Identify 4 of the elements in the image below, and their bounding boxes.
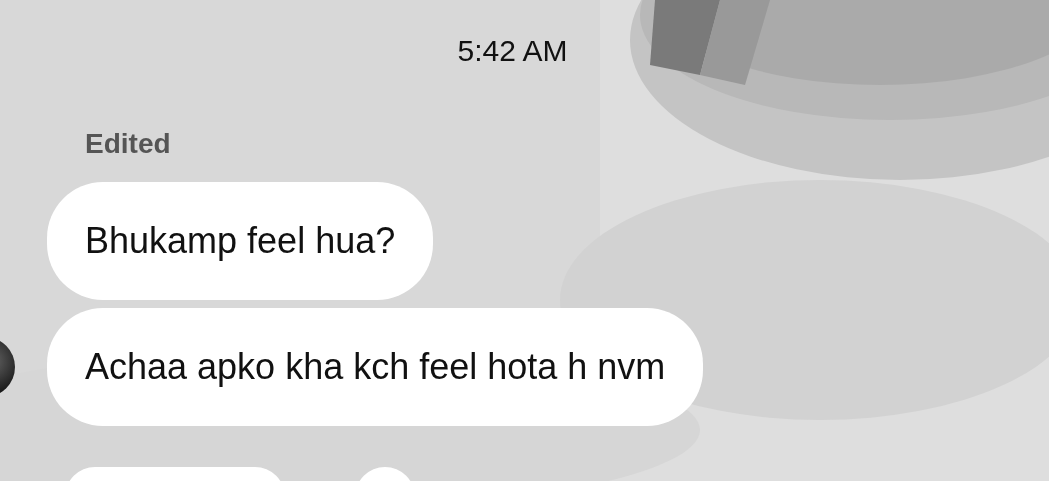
message-bubble: Achaa apko kha kch feel hota h nvm <box>47 308 704 426</box>
edited-label: Edited <box>85 128 171 160</box>
message-bubble: Bhukamp feel hua? <box>47 182 434 300</box>
message-timestamp: 5:42 AM <box>457 34 568 68</box>
